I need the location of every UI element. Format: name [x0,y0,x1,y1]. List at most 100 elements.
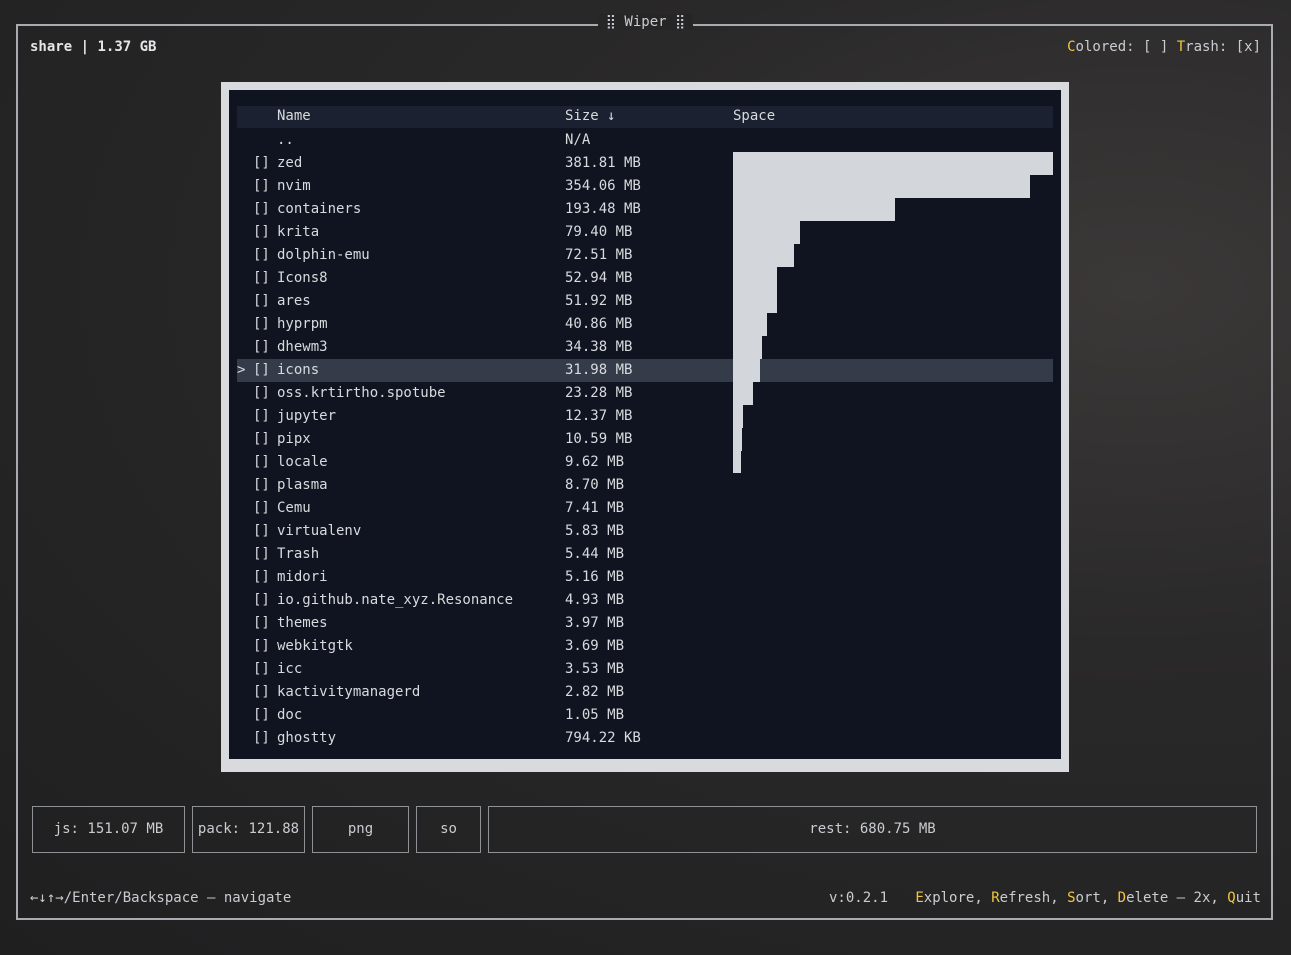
row-name: midori [277,569,328,585]
row-checkbox[interactable]: [] [253,612,270,635]
refresh-action[interactable]: Refresh [991,890,1050,906]
table-row[interactable]: [] pipx 10.59 MB [237,428,1053,451]
row-cursor: > [237,362,246,378]
row-checkbox[interactable]: [] [253,635,270,658]
row-checkbox[interactable]: [] [253,221,270,244]
window-title: ⣿ Wiper ⣿ [597,14,694,30]
row-checkbox[interactable]: [] [253,566,270,589]
row-checkbox[interactable]: [] [253,727,270,750]
table-row[interactable]: [] Trash 5.44 MB [237,543,1053,566]
row-checkbox[interactable]: [] [253,428,270,451]
table-row[interactable]: [] icc 3.53 MB [237,658,1053,681]
row-name: Cemu [277,500,311,516]
space-bar [733,175,1030,198]
explore-hotkey: E [915,890,924,906]
row-checkbox[interactable]: [] [253,474,270,497]
row-checkbox[interactable]: [] [253,244,270,267]
row-size: 5.44 MB [565,546,625,562]
space-bar [733,198,895,221]
row-name: containers [277,201,362,217]
quit-action[interactable]: Quit [1227,890,1261,906]
explore-action[interactable]: Explore [915,890,974,906]
table-row[interactable]: [] plasma 8.70 MB [237,474,1053,497]
row-checkbox[interactable]: [] [253,704,270,727]
row-name: dhewm3 [277,339,328,355]
sort-hotkey: S [1067,890,1076,906]
sort-action[interactable]: Sort [1067,890,1101,906]
row-checkbox[interactable]: [] [253,336,270,359]
table-row[interactable]: [] ares 51.92 MB [237,290,1053,313]
row-size: 1.05 MB [565,707,625,723]
row-size: 193.48 MB [565,201,641,217]
table-row[interactable]: [] Cemu 7.41 MB [237,497,1053,520]
table-row[interactable]: [] kactivitymanagerd 2.82 MB [237,681,1053,704]
table-row[interactable]: [] jupyter 12.37 MB [237,405,1053,428]
table-row[interactable]: [] midori 5.16 MB [237,566,1053,589]
row-size: 5.16 MB [565,569,625,585]
table-row[interactable]: > [] icons 31.98 MB [237,359,1053,382]
refresh-hotkey: R [991,890,1000,906]
row-checkbox[interactable]: [] [253,589,270,612]
table-row[interactable]: [] locale 9.62 MB [237,451,1053,474]
table-row[interactable]: [] hyprpm 40.86 MB [237,313,1053,336]
delete-action[interactable]: Delete – 2x [1118,890,1211,906]
space-bar [733,336,762,359]
row-checkbox[interactable]: [] [253,520,270,543]
row-name: dolphin-emu [277,247,370,263]
row-name: .. [277,132,294,148]
row-size: 8.70 MB [565,477,625,493]
table-row[interactable]: .. N/A [237,129,1053,152]
row-checkbox[interactable]: [] [253,497,270,520]
table-row[interactable]: [] krita 79.40 MB [237,221,1053,244]
table-row[interactable]: [] doc 1.05 MB [237,704,1053,727]
row-size: 31.98 MB [565,362,633,378]
row-checkbox[interactable]: [] [253,290,270,313]
table-row[interactable]: [] webkitgtk 3.69 MB [237,635,1053,658]
row-checkbox[interactable]: [] [253,359,270,382]
sort-label: ort [1075,890,1101,906]
row-size: 354.06 MB [565,178,641,194]
row-checkbox[interactable]: [] [253,543,270,566]
quit-hotkey: Q [1227,890,1236,906]
row-name: themes [277,615,328,631]
row-size: 40.86 MB [565,316,633,332]
table-row[interactable]: [] io.github.nate_xyz.Resonance 4.93 MB [237,589,1053,612]
table-row[interactable]: [] virtualenv 5.83 MB [237,520,1053,543]
row-checkbox[interactable]: [] [253,658,270,681]
row-size: 12.37 MB [565,408,633,424]
row-checkbox[interactable]: [] [253,382,270,405]
column-name-header[interactable]: Name [277,108,311,124]
row-name: zed [277,155,303,171]
table-row[interactable]: [] ghostty 794.22 KB [237,727,1053,750]
row-checkbox[interactable]: [] [253,267,270,290]
table-row[interactable]: [] Icons8 52.94 MB [237,267,1053,290]
row-checkbox[interactable]: [] [253,198,270,221]
toggle-options: Colored: [ ] Trash: [x] [1067,39,1261,55]
table-row[interactable]: [] dolphin-emu 72.51 MB [237,244,1053,267]
row-name: hyprpm [277,316,328,332]
row-checkbox[interactable]: [] [253,152,270,175]
extension-pack: pack: 121.88 [192,806,305,853]
row-size: 10.59 MB [565,431,633,447]
row-checkbox[interactable]: [] [253,313,270,336]
extension-rest: rest: 680.75 MB [488,806,1257,853]
header-separator: | [80,39,90,55]
space-bar [733,359,760,382]
table-row[interactable]: [] oss.krtirtho.spotube 23.28 MB [237,382,1053,405]
row-name: ghostty [277,730,337,746]
trash-toggle[interactable]: Trash: [x] [1177,39,1261,55]
row-checkbox[interactable]: [] [253,405,270,428]
row-name: ares [277,293,311,309]
explore-label: xplore [923,890,975,906]
delete-label: elete – 2x [1126,890,1211,906]
directory-name: share [30,39,73,55]
row-checkbox[interactable]: [] [253,451,270,474]
row-checkbox[interactable]: [] [253,681,270,704]
table-row[interactable]: [] containers 193.48 MB [237,198,1053,221]
row-name: virtualenv [277,523,362,539]
table-row[interactable]: [] dhewm3 34.38 MB [237,336,1053,359]
column-size-header[interactable]: Size ↓ [565,108,616,124]
row-checkbox[interactable]: [] [253,175,270,198]
colored-toggle[interactable]: Colored: [ ] [1067,39,1168,55]
table-row[interactable]: [] themes 3.97 MB [237,612,1053,635]
